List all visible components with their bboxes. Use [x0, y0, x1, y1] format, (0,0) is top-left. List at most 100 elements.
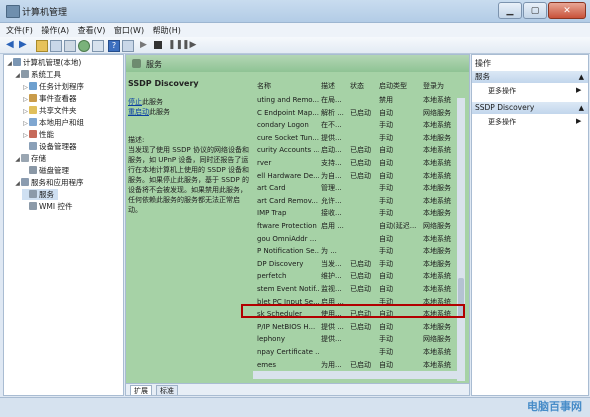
cell: 已启动 [350, 108, 371, 117]
cell: 启用 ... [321, 222, 344, 230]
tree-item[interactable]: WMI 控件 [22, 201, 72, 212]
forward-icon[interactable]: ▶ [19, 40, 29, 50]
vertical-scrollbar[interactable] [457, 98, 465, 381]
horizontal-scrollbar[interactable] [253, 371, 457, 379]
cell: 已启动 [350, 259, 371, 268]
collapse-icon[interactable]: ▲ [579, 71, 584, 83]
service-row[interactable]: emes 为用... 已启动 自动 本地系统 [253, 359, 465, 372]
service-row[interactable]: P/IP NetBIOS H... 提供 ... 已启动 自动 本地服务 [253, 321, 465, 334]
tree-item-services[interactable]: 服务 [22, 189, 58, 200]
service-row[interactable]: art Card Remov... 允许... 手动 本地系统 [253, 195, 465, 208]
service-name: SSDP Discovery [128, 79, 199, 88]
cell: 禁用 [379, 96, 393, 104]
cell: 允许... [321, 196, 342, 205]
start-service-icon[interactable]: ▶ [140, 40, 150, 50]
restart-service-icon[interactable]: ❚▶ [182, 40, 196, 50]
show-action-pane-icon[interactable] [122, 40, 134, 52]
stop-service-icon[interactable] [154, 41, 162, 49]
service-row[interactable]: npay Certificate ... 手动 本地系统 [253, 346, 465, 359]
stop-service-link[interactable]: 停止 [128, 98, 142, 106]
export-icon[interactable] [92, 40, 104, 52]
cell: emes [257, 360, 277, 369]
restart-service-link[interactable]: 重启动 [128, 108, 149, 116]
storage-icon [21, 154, 29, 162]
service-row[interactable]: ftware Protection 启用 ... 自动(延迟... 网络服务 [253, 220, 465, 233]
service-row[interactable]: cure Socket Tun... 提供... 手动 本地服务 [253, 132, 465, 145]
maximize-button[interactable]: ▢ [523, 2, 547, 19]
tree-item[interactable]: ◢ 系统工具 [14, 69, 61, 80]
service-row[interactable]: ell Hardware De... 为自... 已启动 自动 本地系统 [253, 170, 465, 183]
tree-item[interactable]: ◢ 计算机管理(本地) [6, 57, 81, 68]
tree-item[interactable]: 磁盘管理 [22, 165, 69, 176]
folder-up-icon[interactable] [36, 40, 48, 52]
menu-help[interactable]: 帮助(H) [153, 25, 181, 36]
menu-window[interactable]: 窗口(W) [114, 25, 144, 36]
cell: 已启动 [350, 272, 371, 281]
pause-service-icon[interactable]: ❚❚ [168, 40, 183, 50]
tree-item[interactable]: ▷ 本地用户和组 [22, 117, 84, 128]
cell: 自动 [379, 285, 393, 293]
minimize-button[interactable]: ▁ [498, 2, 522, 19]
cell: 监视... [321, 285, 342, 293]
service-row[interactable]: stem Event Notif... 监视... 已启动 自动 本地系统 [253, 283, 465, 296]
tab-extended[interactable]: 扩展 [130, 385, 152, 395]
service-row[interactable]: P Notification Se... 为 ... 手动 本地服务 [253, 245, 465, 258]
computer-management-icon [6, 5, 20, 18]
cell: 手动 [379, 259, 393, 268]
cell: 手动 [379, 133, 393, 142]
actions-group-ssdp[interactable]: SSDP Discovery ▲ [472, 102, 588, 114]
more-actions-2[interactable]: 更多操作 ▶ [488, 117, 581, 127]
services-header-title: 服务 [146, 60, 162, 69]
tree-item[interactable]: ▷ 性能 [22, 129, 54, 140]
service-row[interactable]: curity Accounts ... 启动... 已启动 自动 本地系统 [253, 144, 465, 157]
menu-view[interactable]: 查看(V) [78, 25, 106, 36]
cell: C Endpoint Map... [257, 108, 319, 117]
actions-title: 操作 [475, 59, 491, 68]
tab-standard[interactable]: 标准 [156, 385, 178, 395]
tree-item[interactable]: ◢ 存储 [14, 153, 46, 164]
cell: DP Discovery [257, 259, 304, 268]
menu-file[interactable]: 文件(F) [6, 25, 33, 36]
cell: condary Logon [257, 121, 309, 130]
column-name[interactable]: 名称 [257, 81, 317, 91]
service-row[interactable]: DP Discovery 当发... 已启动 手动 本地服务 [253, 258, 465, 271]
task-scheduler-icon [29, 82, 37, 90]
cell: perfetch [257, 272, 287, 281]
column-startup-type[interactable]: 启动类型 [379, 81, 407, 91]
service-row[interactable]: rver 支持... 已启动 自动 本地系统 [253, 157, 465, 170]
services-pane: 服务 SSDP Discovery 停止此服务 重启动此服务 描述: 当发现了使… [125, 54, 470, 396]
show-tree-icon[interactable] [50, 40, 62, 52]
properties-icon[interactable] [64, 40, 76, 52]
column-status[interactable]: 状态 [350, 81, 364, 91]
service-row[interactable]: gou OmniAddr ... 自动 本地系统 [253, 233, 465, 246]
close-button[interactable]: ✕ [548, 2, 586, 19]
cell: 提供 ... [321, 322, 344, 331]
column-logon-as[interactable]: 登录为 [423, 81, 444, 91]
tree-item[interactable]: 设备管理器 [22, 141, 77, 152]
service-row[interactable]: art Card 管理... 手动 本地服务 [253, 182, 465, 195]
service-row[interactable]: C Endpoint Map... 解析 ... 已启动 自动 网络服务 [253, 107, 465, 120]
menu-action[interactable]: 操作(A) [41, 25, 69, 36]
more-actions-1[interactable]: 更多操作 ▶ [488, 86, 581, 96]
service-row[interactable]: uting and Remo... 在局... 禁用 本地系统 [253, 94, 465, 107]
list-header: 名称 描述 状态 启动类型 登录为 [253, 80, 465, 92]
tree-item[interactable]: ◢ 服务和应用程序 [14, 177, 84, 188]
cell: 已启动 [350, 171, 371, 180]
refresh-icon[interactable] [78, 40, 90, 52]
service-row[interactable]: perfetch 维护... 已启动 自动 本地系统 [253, 270, 465, 283]
tree-item[interactable]: ▷ 事件查看器 [22, 93, 77, 104]
help-icon[interactable]: ? [108, 40, 120, 52]
service-row[interactable]: IMP Trap 接收... 手动 本地服务 [253, 207, 465, 220]
service-row[interactable]: lephony 提供... 手动 网络服务 [253, 333, 465, 346]
actions-group-services[interactable]: 服务 ▲ [472, 71, 588, 83]
back-icon[interactable]: ◀ [6, 40, 16, 50]
collapse-icon[interactable]: ▲ [579, 102, 584, 114]
service-row[interactable]: condary Logon 在不... 手动 本地系统 [253, 119, 465, 132]
users-icon [29, 118, 37, 126]
tree-item[interactable]: ▷ 任务计划程序 [22, 81, 84, 92]
services-icon [132, 59, 141, 68]
column-description[interactable]: 描述 [321, 81, 335, 91]
cell: 自动 [379, 322, 393, 331]
tree-item[interactable]: ▷ 共享文件夹 [22, 105, 77, 116]
cell: 手动 [379, 247, 393, 256]
